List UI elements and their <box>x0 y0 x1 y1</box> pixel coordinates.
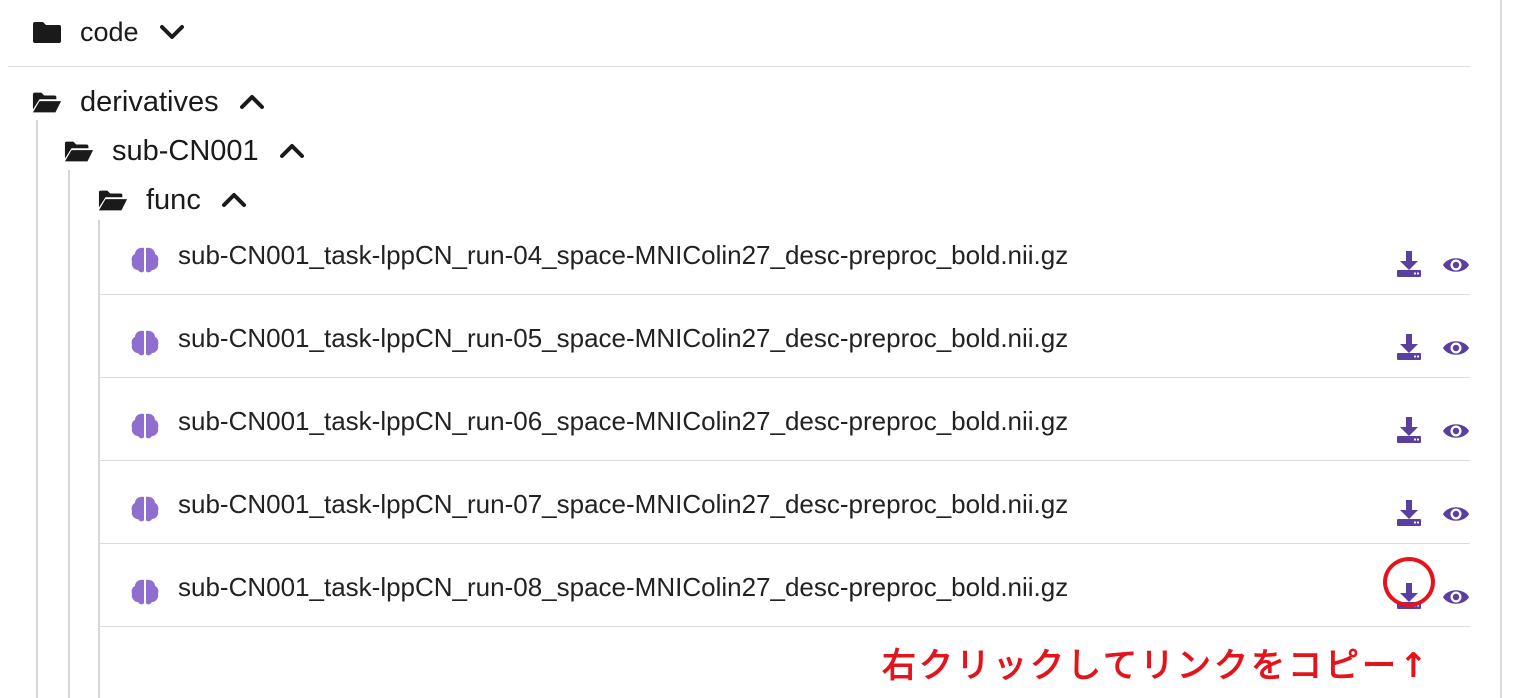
download-icon[interactable] <box>1396 333 1422 361</box>
eye-icon[interactable] <box>1442 504 1470 524</box>
brain-icon <box>131 413 159 439</box>
eye-icon[interactable] <box>1442 338 1470 358</box>
file-name[interactable]: sub-CN001_task-lppCN_run-06_space-MNICol… <box>178 406 1068 437</box>
chevron-up-icon[interactable] <box>221 191 247 209</box>
folder-closed-icon <box>33 22 61 43</box>
chevron-up-icon[interactable] <box>239 93 265 111</box>
brain-icon <box>131 579 159 605</box>
brain-icon <box>131 330 159 356</box>
brain-icon <box>131 247 159 273</box>
folder-derivatives[interactable]: derivatives <box>32 82 265 122</box>
brain-icon <box>131 496 159 522</box>
file-row: sub-CN001_task-lppCN_run-07_space-MNICol… <box>100 461 1470 544</box>
file-row: sub-CN001_task-lppCN_run-05_space-MNICol… <box>100 295 1470 378</box>
download-icon[interactable] <box>1396 499 1422 527</box>
file-name[interactable]: sub-CN001_task-lppCN_run-05_space-MNICol… <box>178 323 1068 354</box>
eye-icon[interactable] <box>1442 255 1470 275</box>
eye-icon[interactable] <box>1442 587 1470 607</box>
folder-label-sub-cn001: sub-CN001 <box>112 134 259 167</box>
file-row: sub-CN001_task-lppCN_run-06_space-MNICol… <box>100 378 1470 461</box>
chevron-up-icon[interactable] <box>279 142 305 160</box>
annotation-text: 右クリックしてリンクをコピー↑ <box>882 646 1431 686</box>
eye-icon[interactable] <box>1442 421 1470 441</box>
folder-sub-cn001[interactable]: sub-CN001 <box>64 131 305 171</box>
section-divider <box>8 66 1470 67</box>
file-name[interactable]: sub-CN001_task-lppCN_run-07_space-MNICol… <box>178 489 1068 520</box>
folder-label-code: code <box>80 16 139 47</box>
tree-guide-derivatives <box>36 120 38 698</box>
folder-code[interactable]: code <box>32 12 185 52</box>
folder-label-derivatives: derivatives <box>80 85 219 118</box>
folder-open-icon <box>64 141 94 162</box>
file-row: sub-CN001_task-lppCN_run-04_space-MNICol… <box>100 212 1470 295</box>
file-name[interactable]: sub-CN001_task-lppCN_run-04_space-MNICol… <box>178 240 1068 271</box>
download-icon[interactable] <box>1396 250 1422 278</box>
tree-guide-sub-cn001 <box>68 170 70 698</box>
file-name[interactable]: sub-CN001_task-lppCN_run-08_space-MNICol… <box>178 572 1068 603</box>
panel-right-border <box>1500 0 1502 698</box>
download-icon[interactable] <box>1396 416 1422 444</box>
folder-open-icon <box>98 190 128 211</box>
chevron-down-icon[interactable] <box>159 23 185 41</box>
file-row: sub-CN001_task-lppCN_run-08_space-MNICol… <box>100 544 1470 627</box>
folder-open-icon <box>32 92 62 113</box>
highlight-circle <box>1383 557 1435 607</box>
